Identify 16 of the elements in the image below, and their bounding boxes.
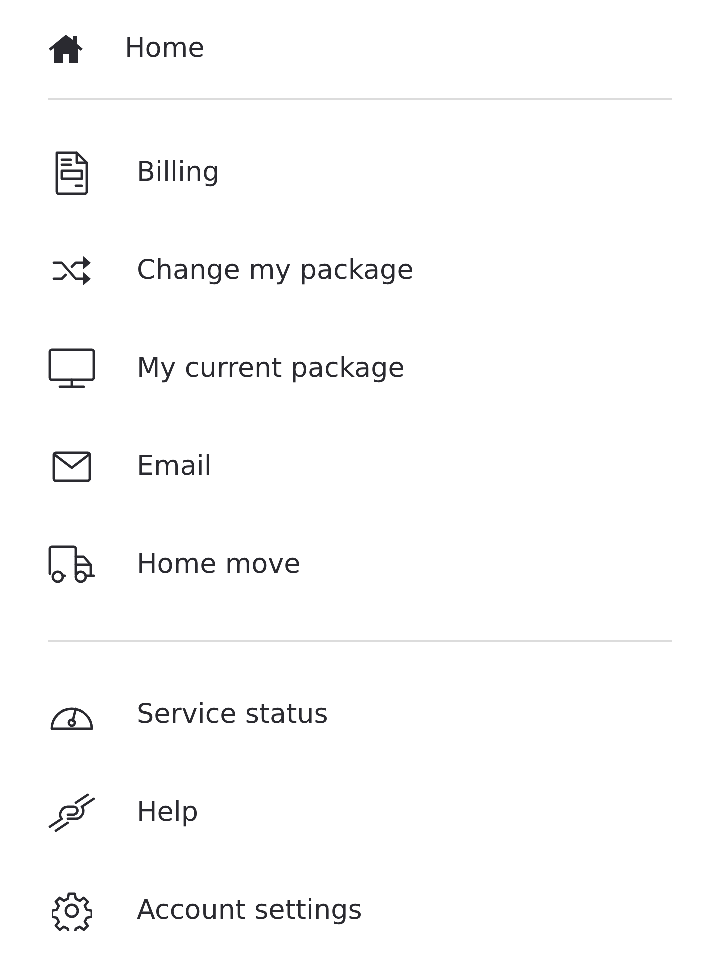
menu-item[interactable]: Account settings [48,862,672,960]
monitor-icon [48,348,96,390]
shuffle-icon [51,253,93,289]
menu-item[interactable]: Email [48,418,672,516]
menu-item[interactable]: Home move [48,516,672,614]
envelope-icon [52,451,92,483]
document-icon [54,150,90,196]
menu-item[interactable]: My current package [48,320,672,418]
menu-item[interactable]: Billing [48,124,672,222]
menu-item[interactable]: Service status [48,666,672,764]
menu-item[interactable]: Home [48,0,672,98]
truck-icon [48,545,96,585]
home-icon [48,33,84,65]
menu-item[interactable]: Help [48,764,672,862]
menu-item[interactable]: Change my package [48,222,672,320]
gear-icon [52,891,92,931]
